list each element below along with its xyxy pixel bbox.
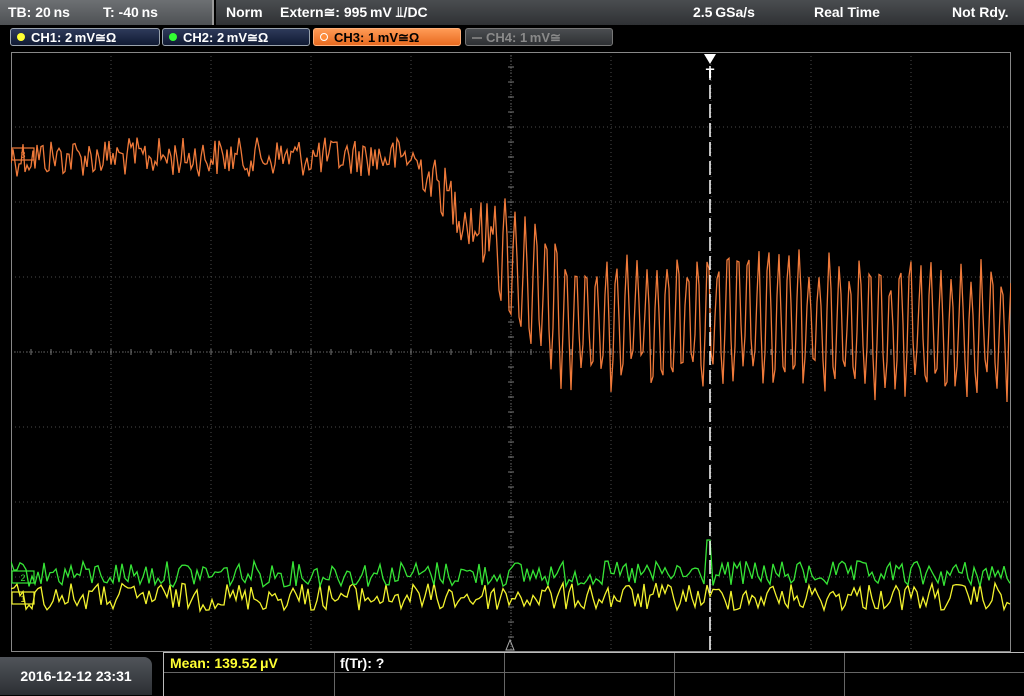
trigger-marker-icon[interactable]: T [704, 54, 716, 81]
svg-text:1: 1 [20, 594, 25, 604]
acquisition-mode-label: Real Time [814, 4, 880, 20]
timebase-panel[interactable]: TB: 20 ns T: -40 ns [0, 0, 214, 25]
meas-divider [334, 653, 335, 696]
ch3-label: CH3: 1 mV≅Ω [334, 30, 420, 45]
ch4-label: CH4: 1 mV≅ [486, 30, 561, 45]
trigger-status-bar[interactable]: Norm Extern≅: 995 mV ⫫/DC 2.5 GSa/s Real… [216, 0, 1024, 25]
channel-tab-ch4[interactable]: CH4: 1 mV≅ [465, 28, 613, 46]
measurement-panel[interactable]: Mean: 139.52 μV f(Tr): ? [163, 652, 1024, 696]
date-time-label: 2016-12-12 23:31 [20, 668, 132, 684]
svg-text:3: 3 [20, 150, 25, 160]
status-label: Not Rdy. [952, 4, 1009, 20]
timebase-label[interactable]: TB: 20 ns [8, 0, 70, 25]
trigger-offset-label[interactable]: T: -40 ns [103, 0, 158, 25]
meas-divider [844, 653, 845, 696]
ch1-dot-icon [17, 33, 25, 41]
measurement-rise-time[interactable]: f(Tr): ? [340, 654, 384, 672]
sample-rate-label: 2.5 GSa/s [693, 4, 755, 20]
ch1-offset-marker-icon[interactable]: 1 [11, 591, 35, 605]
ch4-off-icon [472, 37, 482, 39]
channel-tab-ch1[interactable]: CH1: 2 mV≅Ω [10, 28, 160, 46]
trigger-source-label[interactable]: Extern≅: 995 mV ⫫/DC [280, 0, 428, 25]
waveform-display[interactable]: T 3 2 1 [11, 52, 1011, 652]
trigger-marker-label: T [706, 65, 715, 81]
measurement-mean[interactable]: Mean: 139.52 μV [170, 654, 278, 672]
channel-tab-ch2[interactable]: CH2: 2 mV≅Ω [162, 28, 310, 46]
meas-divider [164, 672, 1024, 673]
channel-tab-ch3[interactable]: CH3: 1 mV≅Ω [313, 28, 461, 46]
trigger-mode-label[interactable]: Norm [226, 0, 263, 25]
ch1-label: CH1: 2 mV≅Ω [31, 30, 117, 45]
svg-text:2: 2 [20, 573, 25, 583]
meas-divider [504, 653, 505, 696]
ch2-label: CH2: 2 mV≅Ω [183, 30, 269, 45]
center-marker-icon [505, 638, 515, 651]
meas-divider [674, 653, 675, 696]
ch3-waveform [11, 136, 1011, 403]
ch3-dot-icon [320, 33, 328, 41]
date-time-display: 2016-12-12 23:31 [0, 657, 152, 695]
ch3-offset-marker-icon[interactable]: 3 [11, 147, 35, 161]
ch2-dot-icon [169, 33, 177, 41]
channel-tabs: CH1: 2 mV≅Ω CH2: 2 mV≅Ω CH3: 1 mV≅Ω CH4:… [0, 25, 1024, 50]
